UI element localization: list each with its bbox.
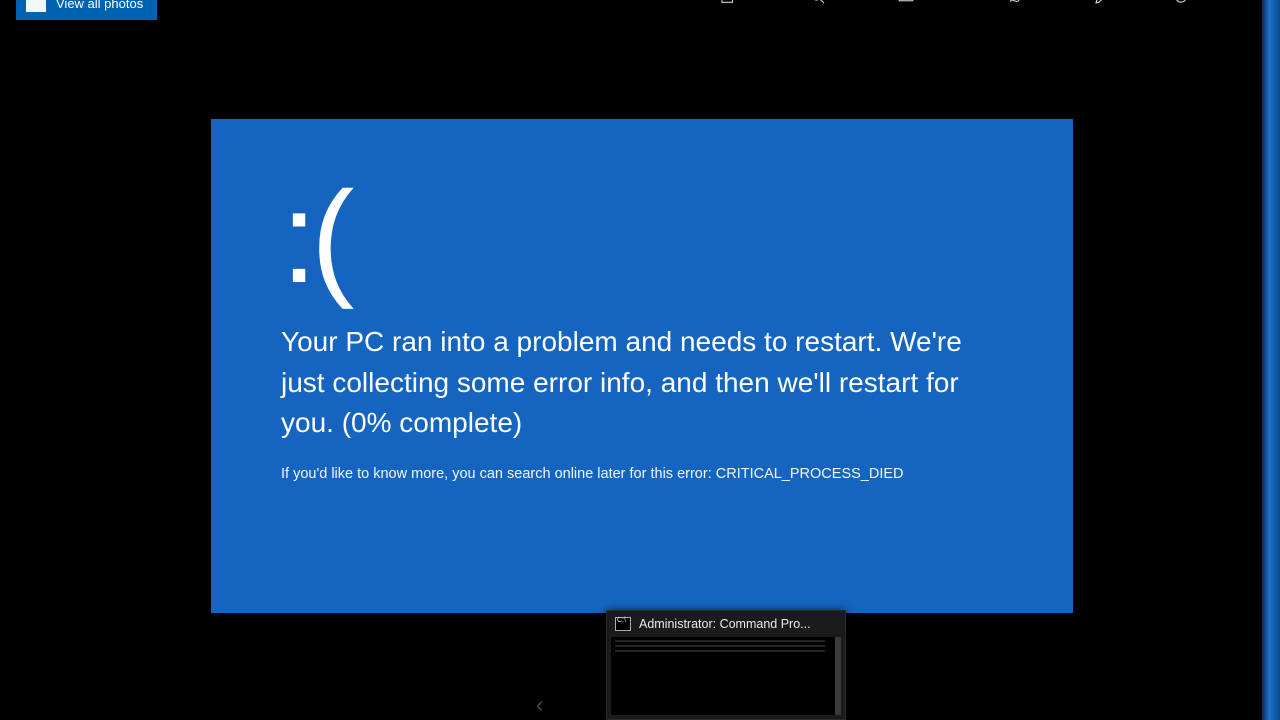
edit-label: Edit <box>1119 0 1138 3</box>
taskbar-preview-title: Administrator: Command Pro... <box>639 617 811 631</box>
rotate-button[interactable]: Rotate <box>1172 0 1230 6</box>
window-edge <box>1262 0 1280 720</box>
rotate-icon <box>1172 0 1190 6</box>
collection-icon <box>26 0 46 12</box>
taskbar-preview-window[interactable]: Administrator: Command Pro... <box>606 610 846 720</box>
bsod-error-code: If you'd like to know more, you can sear… <box>281 466 1003 482</box>
zoom-label: Zoom <box>835 0 863 3</box>
edit-icon <box>1093 0 1111 6</box>
cmd-icon <box>615 617 631 631</box>
top-toolbar: View all photos Share Zoom Slideshow Dra… <box>16 0 1260 10</box>
previous-photo-button[interactable]: ‹ <box>536 692 543 718</box>
bsod-image: :( Your PC ran into a problem and needs … <box>211 119 1073 613</box>
bsod-sad-face: :( <box>281 179 1003 296</box>
share-button[interactable]: Share <box>719 0 774 6</box>
slideshow-label: Slideshow <box>923 0 973 3</box>
zoom-icon <box>809 0 827 6</box>
photos-viewer-window: View all photos Share Zoom Slideshow Dra… <box>16 0 1260 720</box>
zoom-button[interactable]: Zoom <box>809 0 863 6</box>
toolbar-actions: Share Zoom Slideshow Draw Edit Rotate <box>719 0 1230 6</box>
draw-icon <box>1007 0 1025 6</box>
draw-label: Draw <box>1033 0 1059 3</box>
share-icon <box>719 0 737 6</box>
edit-button[interactable]: Edit <box>1093 0 1138 6</box>
taskbar-preview-header: Administrator: Command Pro... <box>607 611 845 637</box>
rotate-label: Rotate <box>1198 0 1230 3</box>
view-all-label: View all photos <box>56 0 143 11</box>
slideshow-button[interactable]: Slideshow <box>897 0 973 6</box>
bsod-message: Your PC ran into a problem and needs to … <box>281 322 1001 444</box>
draw-button[interactable]: Draw <box>1007 0 1059 6</box>
slideshow-icon <box>897 0 915 6</box>
cmd-output-preview <box>615 640 825 654</box>
view-all-photos-button[interactable]: View all photos <box>16 0 157 20</box>
share-label: Share <box>745 0 774 3</box>
taskbar-preview-thumbnail[interactable] <box>611 637 841 715</box>
